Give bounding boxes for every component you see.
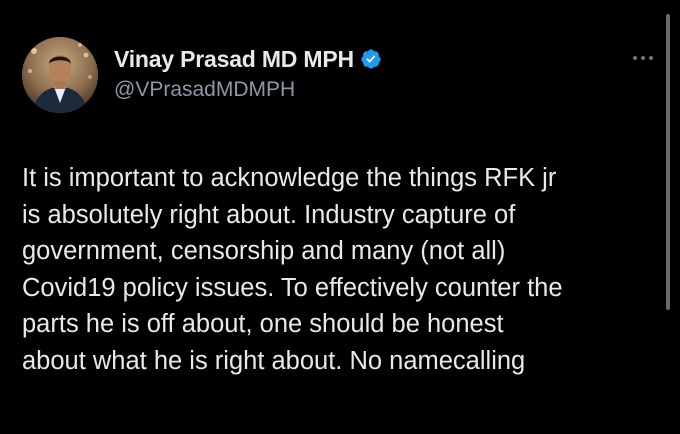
tweet-text-line: government, censorship and many (not all… <box>22 237 506 265</box>
tweet-text-line: about what he is right about. No namecal… <box>22 346 526 375</box>
more-options-icon[interactable] <box>625 44 661 72</box>
tweet-text-line: is absolutely right about. Industry capt… <box>22 200 516 229</box>
author-display-name[interactable]: Vinay Prasad MD MPH <box>114 46 354 73</box>
verified-badge-icon <box>360 48 382 70</box>
tweet-card: Vinay Prasad MD MPH @VPrasadMDMPH It is … <box>0 0 680 434</box>
avatar[interactable] <box>22 37 98 113</box>
tweet-text-line: It is important to acknowledge the thing… <box>22 164 557 192</box>
author-handle[interactable]: @VPrasadMDMPH <box>114 78 382 102</box>
avatar-photo <box>22 37 98 113</box>
tweet-text: It is important to acknowledge the thing… <box>22 160 662 379</box>
name-row: Vinay Prasad MD MPH <box>114 44 382 74</box>
scrollbar[interactable] <box>666 14 670 310</box>
ellipsis-dot <box>649 56 653 60</box>
ellipsis-dot <box>641 56 645 60</box>
tweet-text-line: parts he is off about, one should be hon… <box>22 310 504 338</box>
tweet-text-line: Covid19 policy issues. To effectively co… <box>22 273 563 302</box>
ellipsis-dot <box>633 56 637 60</box>
author-block: Vinay Prasad MD MPH @VPrasadMDMPH <box>114 44 382 102</box>
